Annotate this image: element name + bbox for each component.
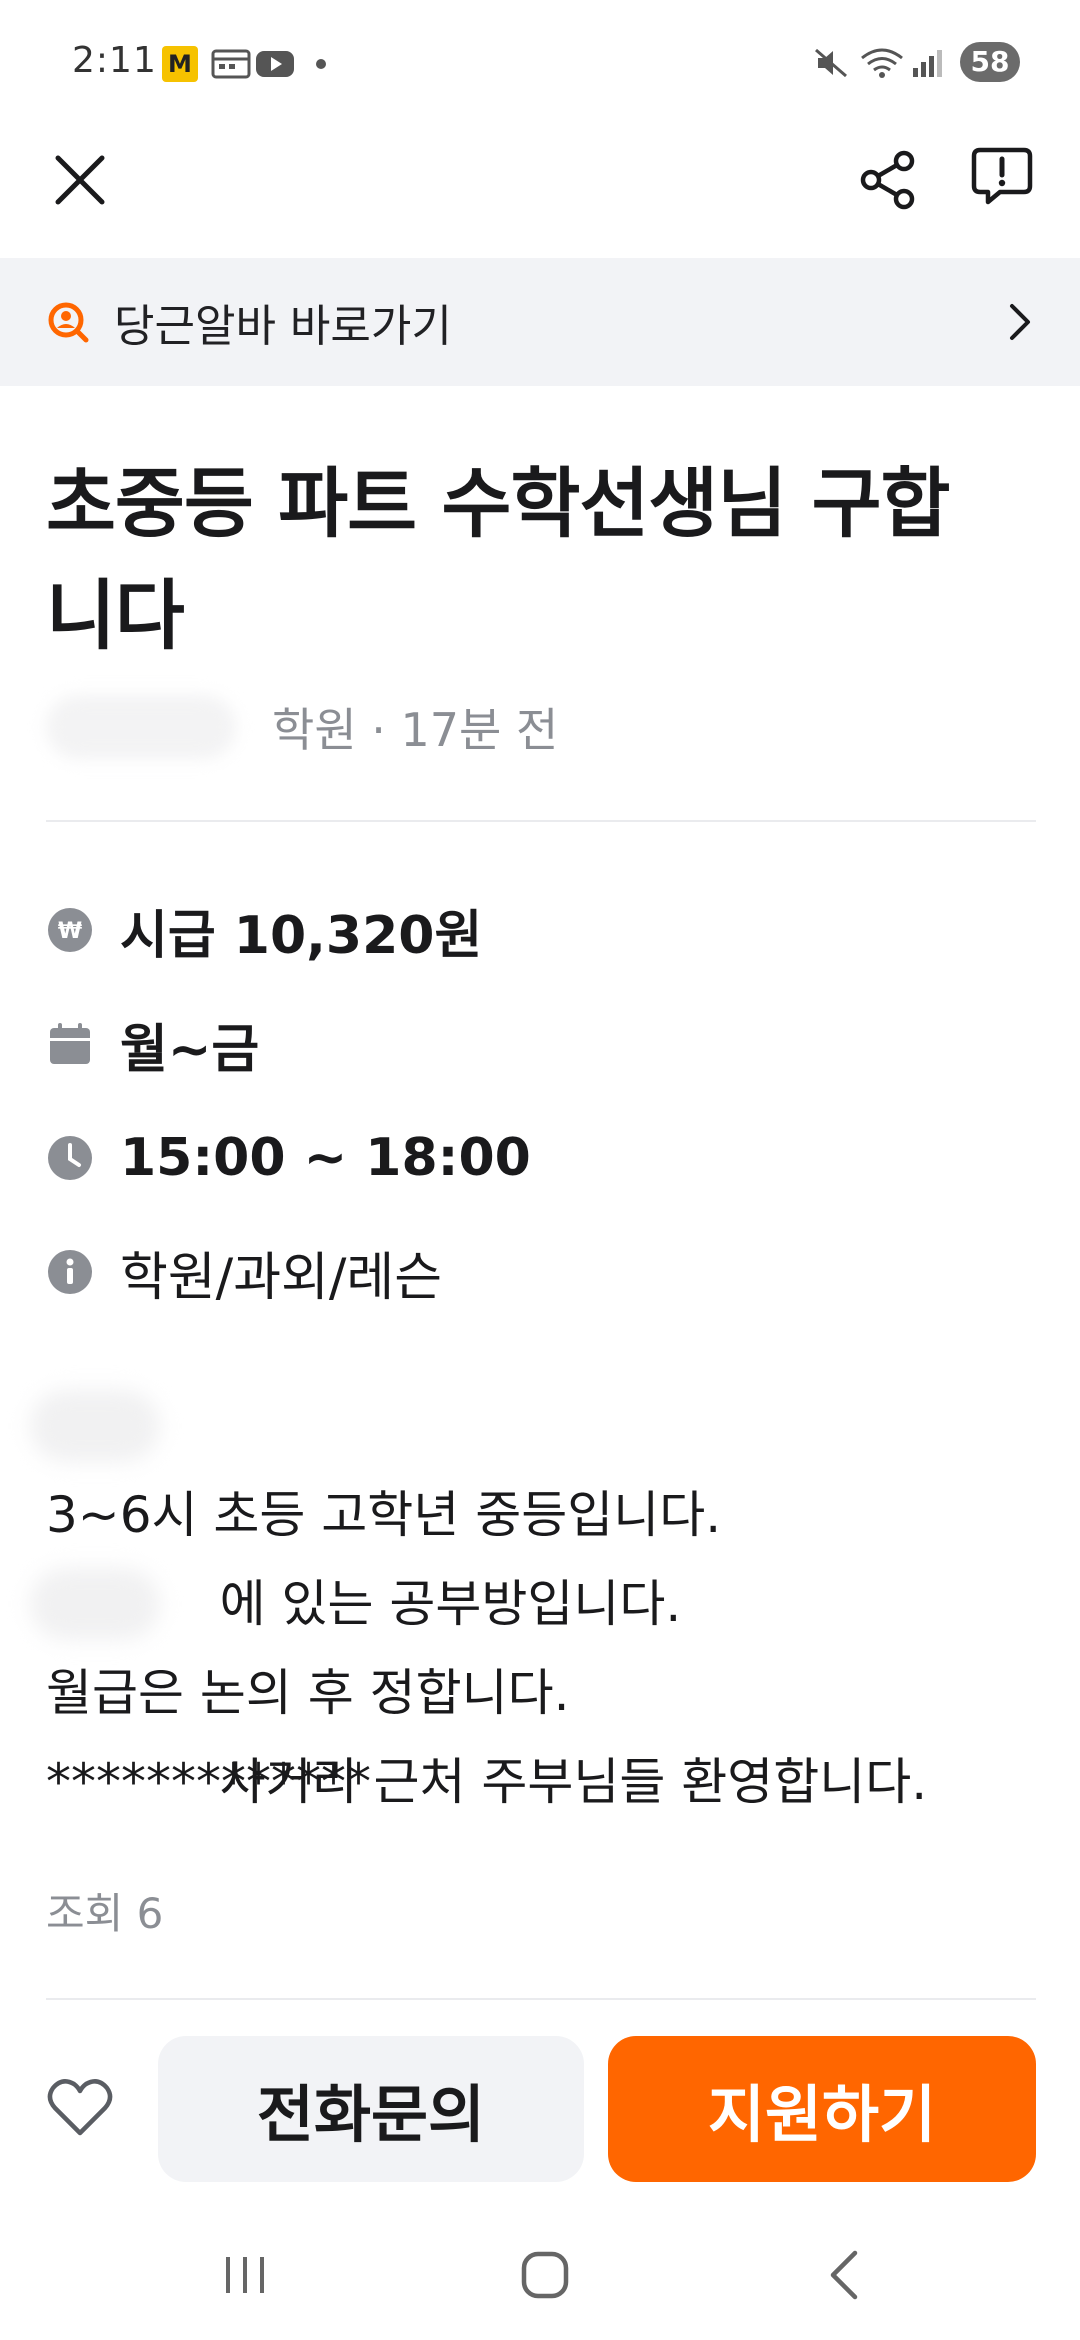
search-person-icon bbox=[48, 302, 89, 343]
kakao-notification-icon: M bbox=[162, 46, 198, 82]
hours-row: 15:00 ~ 18:00 bbox=[46, 1118, 531, 1198]
title-line-2: 니다 bbox=[46, 571, 185, 660]
bottom-divider bbox=[46, 1998, 1036, 2000]
svg-text:₩: ₩ bbox=[58, 919, 82, 944]
won-icon: ₩ bbox=[48, 908, 92, 952]
info-icon bbox=[48, 1250, 92, 1294]
redacted-location bbox=[30, 1390, 160, 1462]
close-icon bbox=[55, 155, 105, 205]
banner-label: 당근알바 바로가기 bbox=[114, 301, 452, 352]
days-text: 월~금 bbox=[120, 1019, 260, 1080]
recent-apps-button[interactable] bbox=[200, 2240, 290, 2310]
category-row: 학원/과외/레슨 bbox=[46, 1232, 442, 1312]
clock-icon bbox=[48, 1136, 92, 1180]
back-button[interactable] bbox=[800, 2240, 890, 2310]
battery-indicator: 58 bbox=[960, 42, 1020, 82]
report-icon bbox=[971, 147, 1033, 205]
share-icon bbox=[860, 150, 915, 210]
description-line-1: 에 있는 공부방입니다. bbox=[30, 1382, 1046, 1633]
phone-inquiry-button[interactable]: 전화문의 bbox=[158, 2036, 584, 2182]
home-button[interactable] bbox=[500, 2240, 590, 2310]
calendar-notification-icon bbox=[211, 49, 251, 79]
hours-text: 15:00 ~ 18:00 bbox=[120, 1128, 531, 1188]
chevron-right-icon bbox=[1010, 304, 1030, 340]
report-button[interactable] bbox=[962, 136, 1042, 216]
redacted-author bbox=[46, 695, 236, 759]
close-button[interactable] bbox=[40, 140, 120, 220]
job-app-banner[interactable]: 당근알바 바로가기 bbox=[0, 258, 1080, 386]
calendar-icon bbox=[50, 1023, 90, 1064]
post-meta: 학원 · 17분 전 bbox=[46, 694, 558, 760]
youtube-notification-icon bbox=[256, 51, 294, 77]
meta-text: 학원 · 17분 전 bbox=[272, 703, 559, 757]
description-line-3: 사거리 근처 주부님들 환영합니다. bbox=[30, 1560, 1046, 1811]
redacted-intersection bbox=[30, 1568, 160, 1640]
signal-icon bbox=[913, 50, 942, 77]
category-text: 학원/과외/레슨 bbox=[120, 1247, 443, 1308]
page-title: 초중등 파트 수학선생님 구합 니다 bbox=[46, 448, 1036, 672]
status-time: 2:11 bbox=[72, 40, 157, 81]
wage-text: 시급 10,320원 bbox=[120, 905, 483, 966]
divider bbox=[46, 820, 1036, 822]
wage-row: ₩ 시급 10,320원 bbox=[46, 890, 482, 970]
view-count: 조회 6 bbox=[46, 1889, 164, 1938]
recent-apps-icon bbox=[226, 2257, 264, 2293]
days-row: 월~금 bbox=[46, 1004, 259, 1084]
share-button[interactable] bbox=[848, 140, 928, 220]
more-notifications-dot-icon bbox=[316, 59, 326, 69]
job-description: 에 있는 공부방입니다. 3~6시 초등 고학년 중등입니다. 사거리 근처 주… bbox=[30, 1382, 1046, 1827]
wifi-icon bbox=[861, 48, 903, 78]
apply-button[interactable]: 지원하기 bbox=[608, 2036, 1036, 2182]
heart-icon bbox=[47, 2079, 113, 2136]
home-icon bbox=[521, 2251, 569, 2299]
favorite-button[interactable] bbox=[38, 2066, 122, 2150]
back-icon bbox=[830, 2250, 858, 2300]
mute-icon bbox=[815, 48, 847, 78]
title-line-1: 초중등 파트 수학선생님 구합 bbox=[46, 459, 950, 548]
